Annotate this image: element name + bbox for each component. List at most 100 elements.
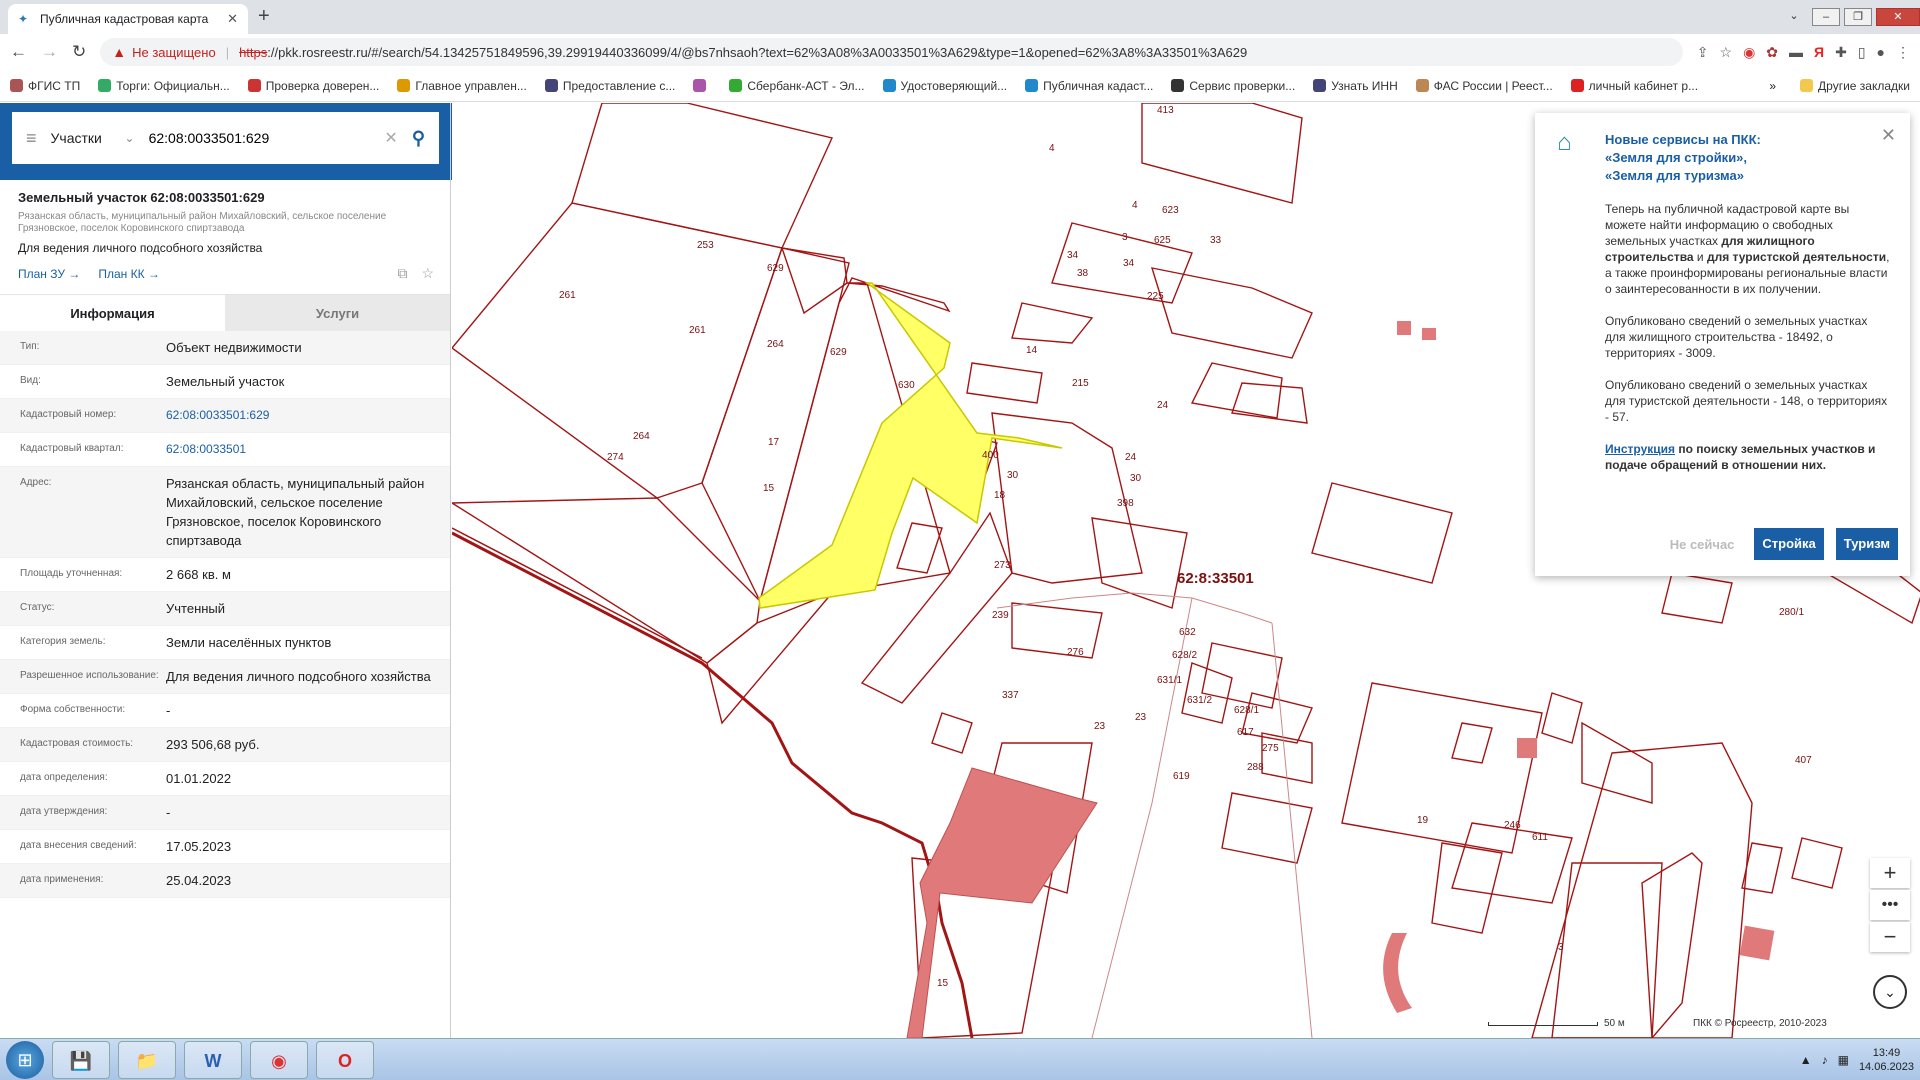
extension-icon[interactable]: ✿ xyxy=(1766,44,1778,61)
yandex-icon[interactable]: Я xyxy=(1814,44,1824,60)
tourism-button[interactable]: Туризм xyxy=(1835,528,1898,560)
search-icon[interactable]: ⚲ xyxy=(412,128,425,149)
opera-app-icon[interactable]: O xyxy=(316,1040,374,1079)
bookmark-item[interactable]: Торги: Официальн... xyxy=(98,79,230,93)
info-label: Площадь уточненная: xyxy=(20,568,123,579)
zoom-to-object-icon[interactable]: ⧉ xyxy=(397,265,407,282)
network-icon[interactable]: ▦ xyxy=(1838,1053,1849,1067)
info-row: Вид: Земельный участок xyxy=(0,365,450,399)
parcel-number-label: 19 xyxy=(1417,815,1429,826)
more-icon[interactable]: ••• xyxy=(1870,890,1910,920)
bookmark-item[interactable]: Сервис проверки... xyxy=(1171,79,1295,93)
chrome-app-icon[interactable]: ◉ xyxy=(250,1040,308,1079)
close-popup-icon[interactable]: ✕ xyxy=(1881,125,1896,146)
parcel-number-label: 15 xyxy=(763,483,775,494)
save-app-icon[interactable]: 💾 xyxy=(52,1040,110,1079)
parcel-number-label: 30 xyxy=(1130,473,1142,484)
system-tray: ▲ ♪ ▦ 13:49 14.06.2023 xyxy=(1800,1046,1914,1074)
share-icon[interactable]: ⇪ xyxy=(1697,44,1709,61)
info-row: Кадастровая стоимость: 293 506,68 руб. xyxy=(0,728,450,762)
search-input[interactable] xyxy=(148,130,371,146)
extension-icon[interactable]: ◉ xyxy=(1743,44,1755,61)
zoom-in-button[interactable]: + xyxy=(1870,858,1910,888)
parcel-number-label: 23 xyxy=(1094,721,1106,732)
parcel-number-label: 239 xyxy=(992,610,1009,621)
close-window-button[interactable]: ✕ xyxy=(1876,8,1920,26)
info-sidebar: ≡ Участки ⌄ ✕ ⚲ Земельный участок 62:08:… xyxy=(0,103,451,1038)
info-value[interactable]: 62:08:0033501:629 xyxy=(166,406,434,425)
back-icon[interactable]: ← xyxy=(10,42,27,62)
tab-services[interactable]: Услуги xyxy=(225,295,450,331)
info-value: 2 668 кв. м xyxy=(166,567,231,582)
clock[interactable]: 13:49 14.06.2023 xyxy=(1859,1046,1914,1074)
sidepanel-icon[interactable]: ▯ xyxy=(1858,44,1866,61)
compass-icon[interactable]: ⌄ xyxy=(1873,975,1907,1009)
parcel-number-label: 261 xyxy=(689,325,706,336)
bookmark-item[interactable] xyxy=(693,79,711,92)
info-row: Категория земель: Земли населённых пункто… xyxy=(0,626,450,660)
browser-tab-bar: ✦ Публичная кадастровая карта ✕ + ⌄ – ❐ … xyxy=(0,0,1920,34)
tray-icon[interactable]: ▲ xyxy=(1800,1053,1812,1067)
other-bookmarks-folder[interactable]: Другие закладки xyxy=(1800,79,1910,93)
start-button[interactable]: ⊞ xyxy=(6,1040,44,1079)
parcel-number-label: 24 xyxy=(1157,400,1169,411)
tab-info[interactable]: Информация xyxy=(0,295,225,331)
hamburger-menu-icon[interactable]: ≡ xyxy=(26,128,37,149)
profile-icon[interactable]: ● xyxy=(1877,44,1885,60)
parcel-number-label: 400 xyxy=(982,450,999,461)
parcel-number-label: 337 xyxy=(1002,690,1019,701)
info-value: Объект недвижимости xyxy=(166,340,302,355)
bookmark-item[interactable]: Удостоверяющий... xyxy=(882,79,1007,93)
parcel-number-label: 629 xyxy=(767,263,784,274)
bookmark-star-icon[interactable]: ☆ xyxy=(1720,44,1733,61)
minimize-button[interactable]: – xyxy=(1812,8,1840,26)
url-field[interactable]: ▲ Не защищено | https://pkk.rosreestr.ru… xyxy=(100,38,1683,66)
bookmark-item[interactable]: Сбербанк-АСТ - Эл... xyxy=(729,79,865,93)
plan-kk-link[interactable]: План КК → xyxy=(98,267,160,281)
bookmark-item[interactable]: ФАС России | Реест... xyxy=(1415,79,1553,93)
not-now-button[interactable]: Не сейчас xyxy=(1662,537,1743,552)
word-app-icon[interactable]: W xyxy=(184,1040,242,1079)
info-row: Кадастровый квартал: 62:08:0033501 xyxy=(0,433,450,467)
info-row: Площадь уточненная: 2 668 кв. м xyxy=(0,558,450,592)
info-label: дата внесения сведений: xyxy=(20,840,137,851)
search-type-select[interactable]: Участки xyxy=(51,130,111,146)
info-value: Для ведения личного подсобного хозяйства xyxy=(166,669,431,684)
maximize-button[interactable]: ❐ xyxy=(1844,8,1872,26)
forward-icon[interactable]: → xyxy=(41,42,58,62)
close-tab-icon[interactable]: ✕ xyxy=(227,11,238,27)
map-copyright: ПКК © Росреестр, 2010-2023 xyxy=(1693,1018,1827,1029)
bookmark-item[interactable]: личный кабинет р... xyxy=(1570,79,1698,93)
more-bookmarks-button[interactable]: » xyxy=(1769,79,1776,93)
tab-search-icon[interactable]: ⌄ xyxy=(1780,8,1808,26)
favorite-star-icon[interactable]: ☆ xyxy=(421,265,434,282)
bookmark-item[interactable]: Узнать ИНН xyxy=(1313,79,1398,93)
bookmark-item[interactable]: Проверка доверен... xyxy=(247,79,379,93)
info-label: Вид: xyxy=(20,375,41,386)
info-label: Кадастровый номер: xyxy=(20,409,117,420)
instruction-link[interactable]: Инструкция xyxy=(1605,442,1675,456)
chevron-down-icon[interactable]: ⌄ xyxy=(125,131,135,145)
new-tab-button[interactable]: + xyxy=(258,5,270,28)
plan-zu-link[interactable]: План ЗУ → xyxy=(18,267,80,281)
bookmark-item[interactable]: Публичная кадаст... xyxy=(1025,79,1153,93)
bookmark-favicon-icon xyxy=(1570,79,1584,92)
parcel-number-label: 413 xyxy=(1157,105,1174,116)
info-value[interactable]: 62:08:0033501 xyxy=(166,440,434,459)
bookmark-favicon-icon xyxy=(397,79,411,92)
parcel-number-label: 215 xyxy=(1072,378,1089,389)
bookmark-item[interactable]: ФГИС ТП xyxy=(10,79,80,93)
reload-icon[interactable]: ↻ xyxy=(72,42,86,62)
bookmark-item[interactable]: Предоставление с... xyxy=(544,79,675,93)
extension-icon[interactable]: ▬ xyxy=(1789,44,1803,60)
browser-tab[interactable]: ✦ Публичная кадастровая карта ✕ xyxy=(8,4,248,34)
volume-icon[interactable]: ♪ xyxy=(1822,1053,1828,1067)
menu-icon[interactable]: ⋮ xyxy=(1896,44,1910,61)
build-button[interactable]: Стройка xyxy=(1754,528,1824,560)
bookmark-item[interactable]: Главное управлен... xyxy=(397,79,527,93)
clear-icon[interactable]: ✕ xyxy=(384,128,397,148)
zoom-out-button[interactable]: − xyxy=(1870,922,1910,952)
puzzle-icon[interactable]: ✚ xyxy=(1835,44,1847,61)
info-row: дата утверждения: - xyxy=(0,796,450,830)
explorer-app-icon[interactable]: 📁 xyxy=(118,1040,176,1079)
